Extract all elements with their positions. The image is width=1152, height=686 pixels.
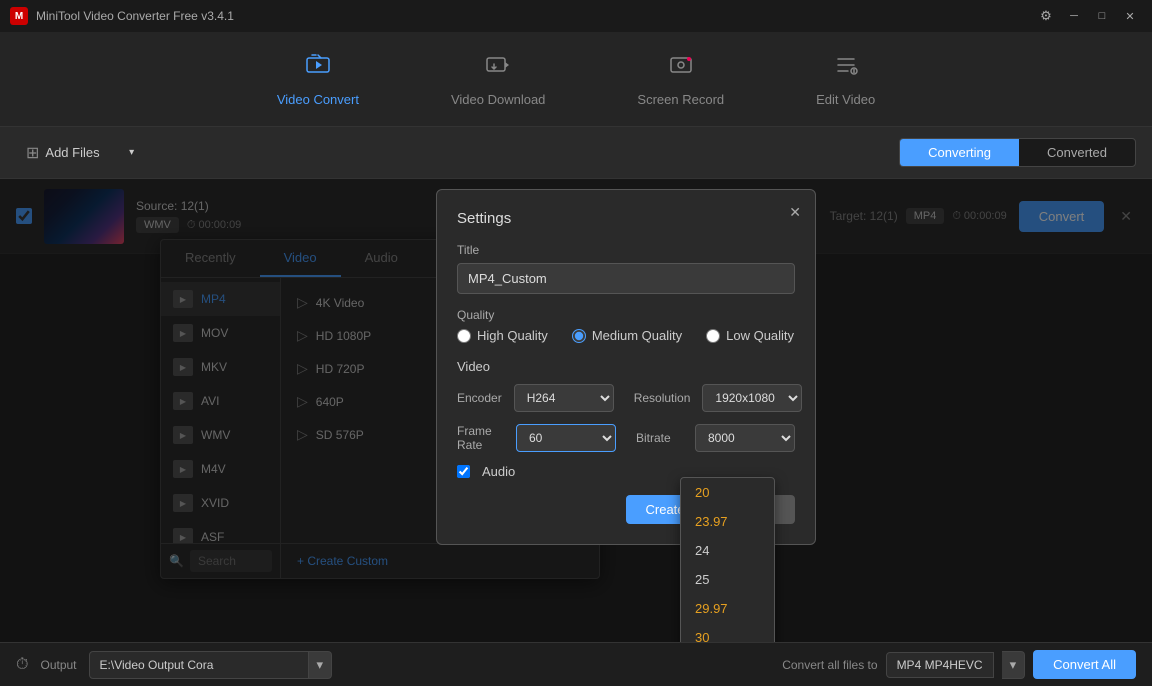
nav-tab-video-convert[interactable]: Video Convert bbox=[261, 43, 375, 115]
radio-medium-quality-input[interactable] bbox=[572, 329, 586, 343]
converting-tab[interactable]: Converting bbox=[900, 139, 1019, 166]
framerate-item-24[interactable]: 24 bbox=[681, 536, 774, 565]
screen-record-label: Screen Record bbox=[637, 92, 724, 107]
toolbar: ⊞ Add Files ▾ Converting Converted bbox=[0, 127, 1152, 179]
nav-tab-edit-video[interactable]: Edit Video bbox=[800, 43, 891, 115]
output-path-input[interactable] bbox=[89, 651, 309, 679]
close-button[interactable]: ✕ bbox=[1118, 6, 1142, 26]
convert-all-format-display: MP4 MP4HEVC bbox=[886, 652, 994, 678]
quality-radio-group: High Quality Medium Quality Low Quality bbox=[457, 328, 795, 343]
maximize-button[interactable]: □ bbox=[1090, 6, 1114, 26]
video-download-label: Video Download bbox=[451, 92, 545, 107]
minimize-button[interactable]: ─ bbox=[1062, 6, 1086, 26]
audio-label: Audio bbox=[482, 464, 515, 479]
framerate-item-25[interactable]: 25 bbox=[681, 565, 774, 594]
encoder-select[interactable]: H264 bbox=[514, 384, 614, 412]
video-convert-label: Video Convert bbox=[277, 92, 359, 107]
modal-overlay: Settings ✕ Title Quality High Quality Me… bbox=[0, 179, 1152, 642]
app-title: MiniTool Video Converter Free v3.4.1 bbox=[36, 9, 234, 23]
resolution-select[interactable]: 1920x1080 bbox=[702, 384, 802, 412]
output-path-container: ▾ bbox=[89, 651, 771, 679]
settings-close-button[interactable]: ✕ bbox=[789, 204, 801, 221]
radio-low-quality-label: Low Quality bbox=[726, 328, 794, 343]
framerate-dropdown: 20 23.97 24 25 29.97 30 50 59.94 60 bbox=[680, 477, 775, 642]
output-label: Output bbox=[40, 658, 76, 672]
title-input[interactable] bbox=[457, 263, 795, 294]
convert-all-label: Convert all files to bbox=[782, 658, 877, 672]
framerate-select[interactable]: 60 bbox=[516, 424, 616, 452]
encoder-row: Encoder H264 Resolution 1920x1080 bbox=[457, 384, 795, 412]
convert-all-format-text: MP4 MP4HEVC bbox=[897, 658, 983, 672]
output-path-dropdown-icon[interactable]: ▾ bbox=[309, 651, 333, 679]
add-files-label: Add Files bbox=[45, 145, 99, 160]
app-logo: M bbox=[10, 7, 28, 25]
video-section-title: Video bbox=[457, 359, 795, 374]
audio-checkbox[interactable] bbox=[457, 465, 470, 478]
video-convert-icon bbox=[304, 51, 332, 86]
video-download-icon bbox=[484, 51, 512, 86]
title-label: Title bbox=[457, 243, 795, 257]
main-area: Source: 12(1) WMV ⏱ 00:00:09 ➤ Target: 1… bbox=[0, 179, 1152, 642]
resolution-label: Resolution bbox=[634, 391, 691, 405]
screen-record-icon bbox=[667, 51, 695, 86]
radio-high-quality-input[interactable] bbox=[457, 329, 471, 343]
title-bar: M MiniTool Video Converter Free v3.4.1 ⚙… bbox=[0, 0, 1152, 32]
nav-tab-screen-record[interactable]: Screen Record bbox=[621, 43, 740, 115]
add-files-icon: ⊞ bbox=[26, 143, 39, 163]
framerate-item-30[interactable]: 30 bbox=[681, 623, 774, 642]
framerate-item-2997[interactable]: 29.97 bbox=[681, 594, 774, 623]
title-bar-controls: ⚙ ─ □ ✕ bbox=[1034, 6, 1142, 26]
radio-high-quality-label: High Quality bbox=[477, 328, 548, 343]
add-files-button[interactable]: ⊞ Add Files bbox=[16, 137, 110, 169]
settings-icon[interactable]: ⚙ bbox=[1034, 6, 1058, 26]
nav-tab-video-download[interactable]: Video Download bbox=[435, 43, 561, 115]
clock-icon: ⏱ bbox=[16, 656, 28, 674]
convert-all-button[interactable]: Convert All bbox=[1033, 650, 1136, 679]
bitrate-label: Bitrate bbox=[636, 431, 683, 445]
radio-high-quality[interactable]: High Quality bbox=[457, 328, 548, 343]
edit-video-label: Edit Video bbox=[816, 92, 875, 107]
title-bar-left: M MiniTool Video Converter Free v3.4.1 bbox=[10, 7, 234, 25]
radio-low-quality-input[interactable] bbox=[706, 329, 720, 343]
framerate-label: Frame Rate bbox=[457, 424, 504, 452]
framerate-item-2397[interactable]: 23.97 bbox=[681, 507, 774, 536]
radio-low-quality[interactable]: Low Quality bbox=[706, 328, 794, 343]
bitrate-select[interactable]: 8000 bbox=[695, 424, 795, 452]
converted-tab[interactable]: Converted bbox=[1019, 139, 1135, 166]
convert-all-format-dropdown-icon[interactable]: ▾ bbox=[1002, 651, 1026, 679]
add-files-dropdown-button[interactable]: ▾ bbox=[122, 140, 142, 166]
convert-all-section: Convert all files to MP4 MP4HEVC ▾ Conve… bbox=[782, 650, 1136, 679]
framerate-row: Frame Rate 60 Bitrate 8000 bbox=[457, 424, 795, 452]
bottom-bar: ⏱ Output ▾ Convert all files to MP4 MP4H… bbox=[0, 642, 1152, 686]
nav-tabs: Video Convert Video Download Screen Reco… bbox=[0, 32, 1152, 127]
framerate-item-20[interactable]: 20 bbox=[681, 478, 774, 507]
radio-medium-quality[interactable]: Medium Quality bbox=[572, 328, 682, 343]
encoder-label: Encoder bbox=[457, 391, 502, 405]
settings-title: Settings bbox=[457, 210, 795, 227]
edit-video-icon bbox=[832, 51, 860, 86]
quality-label: Quality bbox=[457, 308, 795, 322]
toolbar-tabs: Converting Converted bbox=[899, 138, 1136, 167]
radio-medium-quality-label: Medium Quality bbox=[592, 328, 682, 343]
